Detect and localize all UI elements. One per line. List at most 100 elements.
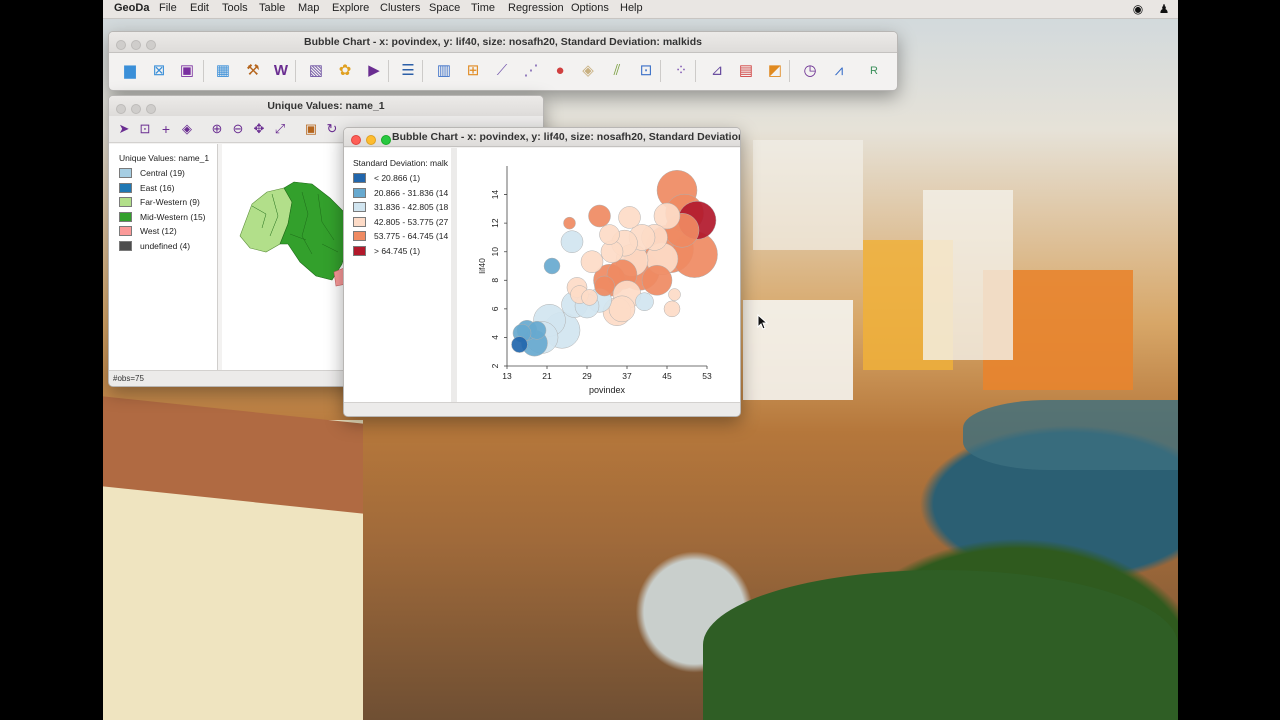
zoom-out-icon[interactable]: ⊖ bbox=[228, 119, 248, 139]
user-icon[interactable]: ♟ bbox=[1157, 2, 1171, 16]
time-editor-icon[interactable]: ◷ bbox=[800, 61, 820, 81]
layers-icon[interactable]: ◈ bbox=[177, 119, 197, 139]
menu-help[interactable]: Help bbox=[620, 2, 643, 14]
menu-bar: GeoDa File Edit Tools Table Map Explore … bbox=[103, 0, 1178, 19]
minimize-button[interactable] bbox=[366, 135, 376, 145]
category-editor-icon[interactable]: ☰ bbox=[398, 61, 418, 81]
chart-canvas[interactable]: 13 21 29 37 45 53 2 4 6 8 10 12 14 povindex lif40 bbox=[457, 148, 740, 402]
menu-time[interactable]: Time bbox=[471, 2, 495, 14]
menu-regression[interactable]: Regression bbox=[508, 2, 564, 14]
obs-count: #obs=75 bbox=[113, 374, 144, 383]
menu-clusters[interactable]: Clusters bbox=[380, 2, 420, 14]
open-project-icon[interactable]: ▆ bbox=[120, 61, 140, 81]
toolbar-separator bbox=[695, 60, 696, 82]
region-mid-western[interactable] bbox=[279, 181, 351, 281]
add-layer-icon[interactable]: + bbox=[156, 119, 176, 139]
x-tick-label: 13 bbox=[502, 371, 512, 381]
local-g-icon[interactable]: ◩ bbox=[765, 61, 785, 81]
legend-swatch bbox=[119, 197, 132, 207]
legend-swatch bbox=[353, 187, 366, 198]
window-title: Bubble Chart - x: povindex, y: lif40, si… bbox=[392, 131, 740, 143]
bubble-point bbox=[560, 230, 584, 253]
legend-swatch bbox=[353, 231, 366, 241]
tools-hammer-icon[interactable]: ⚒ bbox=[243, 61, 263, 81]
legend-label: 20.866 - 31.836 (14 bbox=[374, 187, 449, 198]
main-toolbar: ▆ ⊠ ▣ ▦ ⚒ W ▧ ✿ ▶ ☰ ▥ ⊞ ⟋ ⋰ ● ◈ ⫽ ⊡ ⁘ ⊿ … bbox=[109, 52, 897, 90]
mouse-cursor bbox=[757, 314, 769, 330]
menu-tools[interactable]: Tools bbox=[222, 2, 248, 14]
refresh-icon[interactable]: ↻ bbox=[322, 119, 342, 139]
bubble-point bbox=[594, 275, 615, 297]
y-tick-label: 10 bbox=[490, 247, 500, 257]
status-bar bbox=[344, 402, 740, 416]
background-building bbox=[923, 190, 1013, 360]
window-title: Bubble Chart - x: povindex, y: lif40, si… bbox=[304, 36, 702, 48]
bubble-chart-icon[interactable]: ● bbox=[550, 61, 570, 81]
legend-label: > 64.745 (1) bbox=[374, 245, 421, 256]
scatter-plot-icon[interactable]: ⟋ bbox=[492, 61, 512, 81]
bubble-point bbox=[641, 265, 673, 296]
cluster-map-icon[interactable]: ⁘ bbox=[671, 61, 691, 81]
bubble-point bbox=[599, 224, 620, 245]
background-building bbox=[753, 140, 863, 250]
averages-chart-icon[interactable]: ⩘ bbox=[829, 61, 849, 81]
basemap-icon[interactable]: ▣ bbox=[301, 119, 321, 139]
full-extent-icon[interactable]: ⤢ bbox=[270, 119, 290, 139]
map-movie-icon[interactable]: ▶ bbox=[364, 61, 384, 81]
pan-icon[interactable]: ✥ bbox=[249, 119, 269, 139]
table-icon[interactable]: ▦ bbox=[213, 61, 233, 81]
menu-space[interactable]: Space bbox=[429, 2, 460, 14]
menu-map[interactable]: Map bbox=[298, 2, 319, 14]
menu-explore[interactable]: Explore bbox=[332, 2, 369, 14]
bubble-point bbox=[511, 336, 528, 353]
record-icon[interactable]: ◉ bbox=[1131, 2, 1145, 16]
legend-swatch bbox=[119, 168, 132, 178]
legend-swatch bbox=[353, 245, 366, 256]
parallel-coordinate-icon[interactable]: ⫽ bbox=[607, 61, 627, 81]
y-tick-label: 14 bbox=[490, 190, 500, 200]
bubble-point bbox=[635, 292, 654, 311]
moran-scatter-icon[interactable]: ⊿ bbox=[707, 61, 727, 81]
menu-table[interactable]: Table bbox=[259, 2, 285, 14]
conditional-plot-icon[interactable]: ⊡ bbox=[636, 61, 656, 81]
close-button[interactable] bbox=[351, 135, 361, 145]
legend-swatch bbox=[119, 182, 132, 193]
titlebar: Unique Values: name_1 bbox=[109, 96, 543, 117]
bubble-point bbox=[663, 300, 681, 318]
regression-icon[interactable]: R bbox=[864, 61, 884, 81]
legend-label: Mid-Western (15) bbox=[140, 211, 206, 222]
zoom-in-icon[interactable]: ⊕ bbox=[207, 119, 227, 139]
weights-manager-icon[interactable]: W bbox=[271, 61, 291, 81]
legend-swatch bbox=[353, 202, 366, 212]
y-tick-label: 4 bbox=[490, 335, 500, 340]
menu-options[interactable]: Options bbox=[571, 2, 609, 14]
x-tick-label: 53 bbox=[702, 371, 712, 381]
bubble-point bbox=[668, 288, 681, 301]
3d-scatter-icon[interactable]: ◈ bbox=[578, 61, 598, 81]
save-project-icon[interactable]: ▣ bbox=[177, 61, 197, 81]
legend-label: Central (19) bbox=[140, 168, 185, 178]
menu-file[interactable]: File bbox=[159, 2, 177, 14]
foreground-trees bbox=[703, 570, 1178, 720]
selection-mode-icon[interactable]: ⊡ bbox=[135, 119, 155, 139]
close-project-icon[interactable]: ⊠ bbox=[149, 61, 169, 81]
zoom-button[interactable] bbox=[381, 135, 391, 145]
lisa-icon[interactable]: ▤ bbox=[736, 61, 756, 81]
cartogram-icon[interactable]: ✿ bbox=[335, 61, 355, 81]
sea bbox=[963, 400, 1178, 470]
box-plot-icon[interactable]: ⊞ bbox=[463, 61, 483, 81]
histogram-icon[interactable]: ▥ bbox=[434, 61, 454, 81]
legend-swatch bbox=[119, 211, 132, 222]
menu-edit[interactable]: Edit bbox=[190, 2, 209, 14]
window-title: Unique Values: name_1 bbox=[267, 100, 385, 112]
y-tick-label: 8 bbox=[490, 278, 500, 283]
scatter-matrix-icon[interactable]: ⋰ bbox=[521, 61, 541, 81]
y-tick-label: 2 bbox=[490, 363, 500, 368]
bubble-chart-window: Bubble Chart - x: povindex, y: lif40, si… bbox=[343, 127, 741, 417]
menu-app-name[interactable]: GeoDa bbox=[114, 2, 149, 14]
legend-label: 53.775 - 64.745 (14 bbox=[374, 231, 449, 241]
map-icon[interactable]: ▧ bbox=[306, 61, 326, 81]
select-arrow-icon[interactable]: ➤ bbox=[114, 119, 134, 139]
bubble-chart: 13 21 29 37 45 53 2 4 6 8 10 12 14 povindex lif40 bbox=[477, 166, 718, 395]
bubble-point bbox=[588, 204, 611, 228]
